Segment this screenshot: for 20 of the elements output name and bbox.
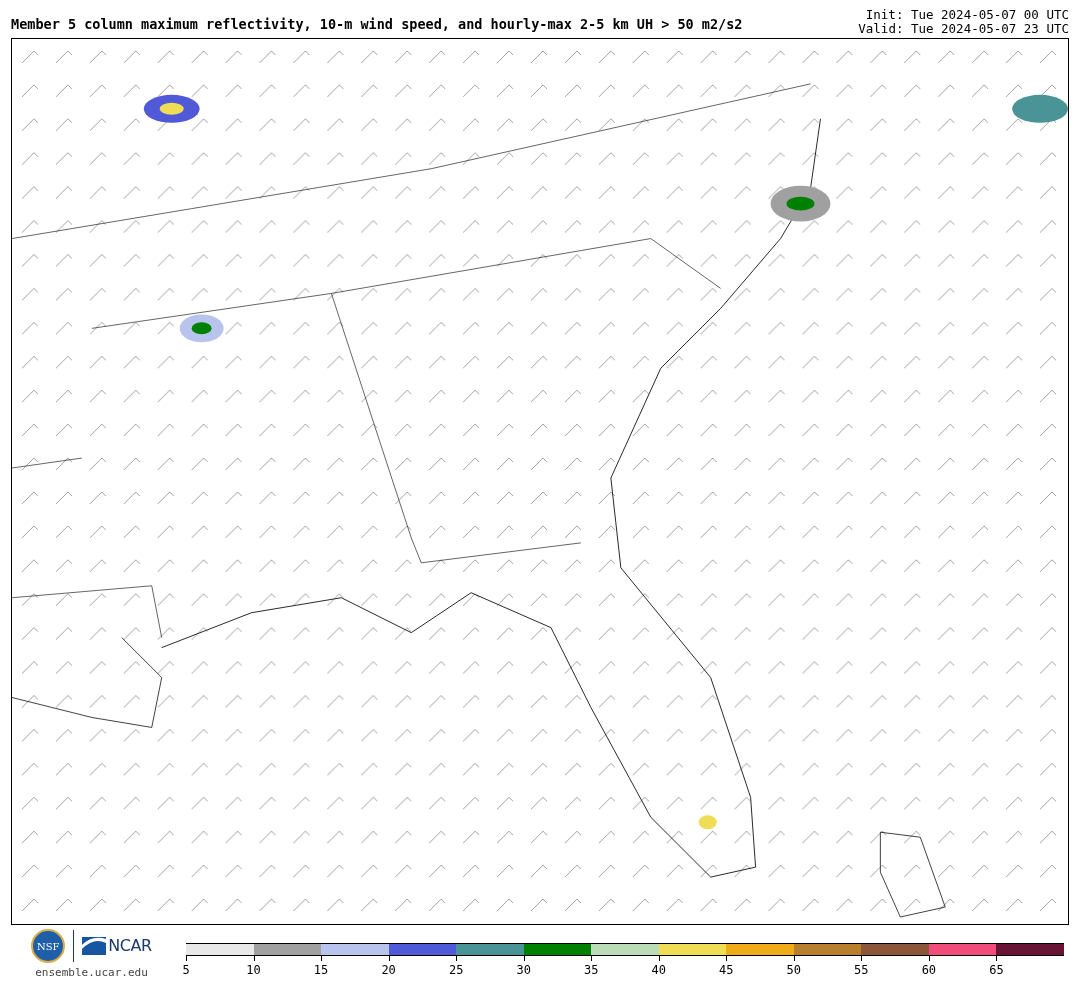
colorbar-tick-label: 20 xyxy=(381,962,396,979)
colorbar-tick-label: 45 xyxy=(719,962,734,979)
ncar-logo-text: NCAR xyxy=(108,935,152,957)
colorbar-tick-label: 60 xyxy=(921,962,937,979)
colorbar-tick-label: 50 xyxy=(786,962,801,979)
init-time: Init: Tue 2024-05-07 00 UTC xyxy=(865,8,1069,22)
colorbar-tick-label: 40 xyxy=(651,962,666,979)
plot-title: Member 5 column maximum reflectivity, 10-m wind speed, and hourly-max 2-5 km UH > 50 m2/s2 xyxy=(11,14,743,34)
valid-time: Valid: Tue 2024-05-07 23 UTC xyxy=(858,22,1069,36)
ncar-logo-icon xyxy=(82,937,107,955)
colorbar-tick-label: 35 xyxy=(583,962,599,979)
colorbar-tick-label: 65 xyxy=(989,962,1004,979)
colorbar-tick-label: 30 xyxy=(516,962,531,979)
colorbar-tick-label: 5 xyxy=(182,962,190,979)
colorbar-tick-label: 25 xyxy=(448,962,464,979)
colorbar-tick-label: 10 xyxy=(246,962,261,979)
website-url: ensemble.ucar.edu xyxy=(35,965,148,981)
colorbar-tick-label: 55 xyxy=(854,962,869,979)
colorbar-tick-label: 15 xyxy=(313,962,329,979)
nsf-logo: NSF xyxy=(31,929,66,963)
